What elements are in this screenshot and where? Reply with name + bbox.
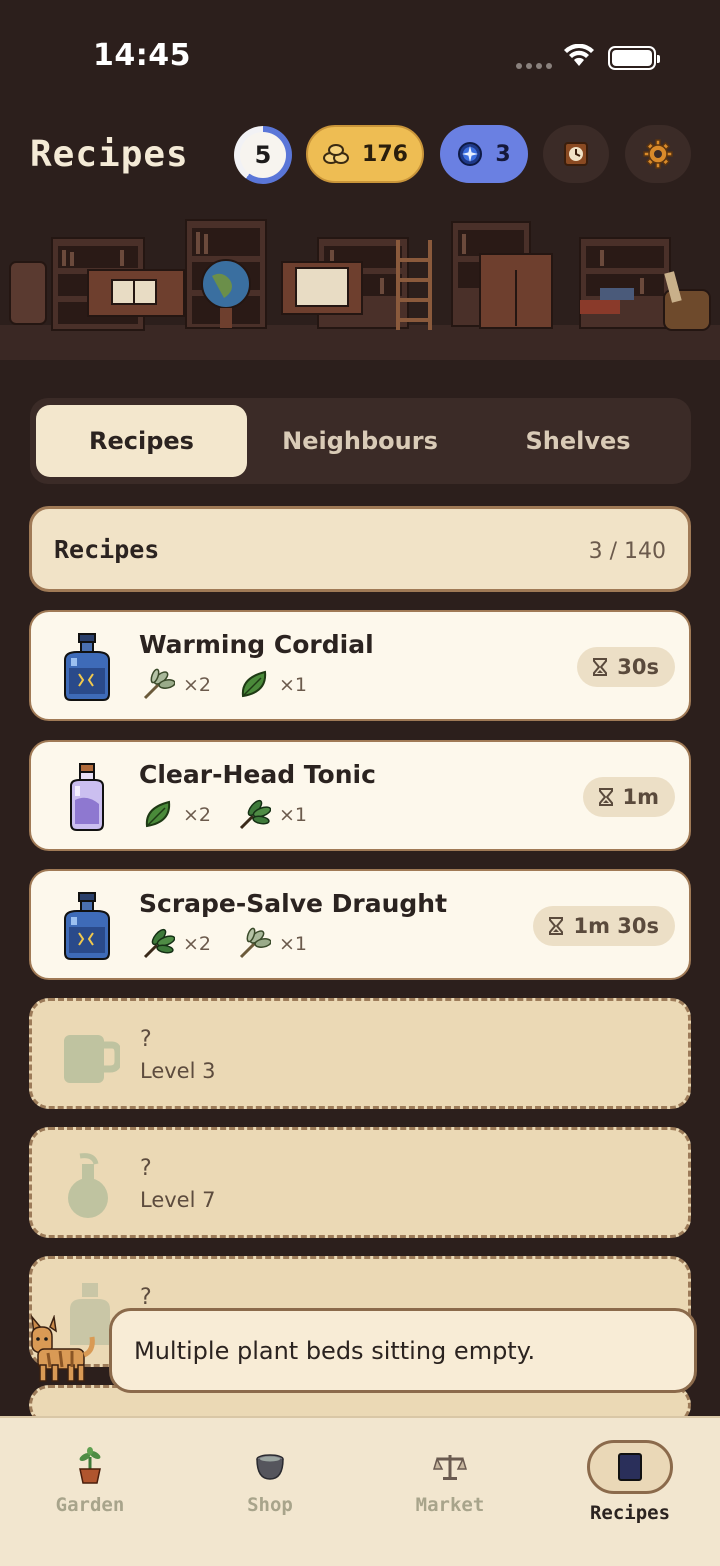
locked-recipe-card[interactable]: ? Level 3 [29,998,691,1109]
locked-recipe-name: ? [140,1027,152,1052]
ingredient: ×1 [237,927,307,961]
nav-label: Recipes [589,1502,671,1524]
plant-pot-icon [79,1447,101,1484]
sage-sprig-icon [239,927,272,959]
recipe-name: Warming Cordial [139,630,374,659]
purple-vial-icon [70,763,104,831]
wifi-icon [564,44,594,66]
hourglass-icon [549,917,564,935]
herb-bundle-icon [239,799,272,830]
recipe-card[interactable]: Warming Cordial ×2 ×1 30s [29,610,691,721]
level-number: 5 [240,132,286,178]
leaf-icon [241,670,267,698]
brew-timer: 1m [582,777,675,817]
brew-timer: 1m 30s [533,906,675,946]
blue-bottle-icon [64,633,110,701]
tab-neighbours[interactable]: Neighbours [249,405,471,477]
status-time: 14:45 [93,38,191,73]
ingredient: ×2 [141,927,211,961]
cellular-signal-icon [516,63,552,69]
ingredient-qty: ×2 [183,804,212,826]
status-bar: 14:45 [0,0,720,110]
recipe-name: Clear-Head Tonic [139,760,376,789]
compass-gem-icon [458,142,483,166]
tab-bar: Recipes Neighbours Shelves [30,398,691,484]
nav-label: Shop [247,1494,293,1516]
nav-label: Garden [55,1494,125,1516]
coins-icon [323,144,350,164]
recipe-card[interactable]: Scrape-Salve Draught ×2 ×1 1m 30s [29,869,691,980]
ingredient: ×1 [237,798,307,832]
unlock-level: Level 7 [140,1188,216,1212]
section-title: Recipes [54,535,160,564]
flask-icon [68,1153,108,1218]
unlock-level: Level 3 [140,1059,216,1083]
sage-sprig-icon [143,668,175,700]
nav-market[interactable]: Market [360,1418,540,1528]
hourglass-icon [598,788,613,806]
recipe-name: Scrape-Salve Draught [139,889,448,918]
ingredient-qty: ×1 [279,674,308,696]
cauldron-icon [256,1454,284,1480]
scales-icon [433,1455,467,1480]
recipes-count: 3 / 140 [588,539,666,564]
battery-icon [608,46,660,70]
settings-button[interactable] [625,125,691,183]
ingredients-list: ×2 ×1 [141,927,307,961]
ingredient: ×2 [141,798,211,832]
clock-button[interactable] [543,125,609,183]
ingredient: ×2 [141,668,211,702]
recipe-book-icon [618,1453,642,1481]
brew-time: 1m 30s [573,914,659,938]
nav-garden[interactable]: Garden [0,1418,180,1528]
nav-shop[interactable]: Shop [180,1418,360,1528]
gear-icon [643,139,673,169]
coins-amount: 176 [362,141,408,167]
coins-counter[interactable]: 176 [306,125,424,183]
gems-counter[interactable]: 3 [440,125,528,183]
nav-label: Market [415,1494,485,1516]
recipes-section-header: Recipes 3 / 140 [29,506,691,592]
notification-toast[interactable]: Multiple plant beds sitting empty. [109,1308,697,1393]
locked-recipe-name: ? [140,1156,152,1181]
ingredient: ×1 [237,668,307,702]
leaf-icon [145,800,171,828]
bottom-nav: Garden Shop Market Recipes [0,1416,720,1566]
locked-recipe-card[interactable]: ? Level 7 [29,1127,691,1238]
tab-shelves[interactable]: Shelves [471,405,685,477]
ingredient-qty: ×1 [279,804,308,826]
ingredient-qty: ×2 [183,674,212,696]
gems-amount: 3 [495,141,511,167]
ingredient-qty: ×2 [183,933,212,955]
recipe-card[interactable]: Clear-Head Tonic ×2 ×1 1m [29,740,691,851]
mug-icon [64,1035,120,1083]
tab-recipes[interactable]: Recipes [36,405,247,477]
hourglass-icon [593,658,608,676]
page-title: Recipes [30,134,189,175]
locked-recipe-name: ? [140,1285,152,1310]
herb-bundle-icon [143,928,175,959]
cat-mascot-icon [31,1315,95,1382]
nav-recipes[interactable]: Recipes [540,1418,720,1528]
brew-time: 30s [617,655,659,679]
brew-time: 1m [622,785,660,809]
library-banner-illustration [0,219,720,360]
ingredients-list: ×2 ×1 [141,798,307,832]
clock-icon [564,142,588,166]
ingredient-qty: ×1 [279,933,308,955]
level-badge[interactable]: 5 [234,126,292,184]
blue-bottle-icon [64,892,110,960]
ingredients-list: ×2 ×1 [141,668,307,702]
brew-timer: 30s [577,647,675,687]
